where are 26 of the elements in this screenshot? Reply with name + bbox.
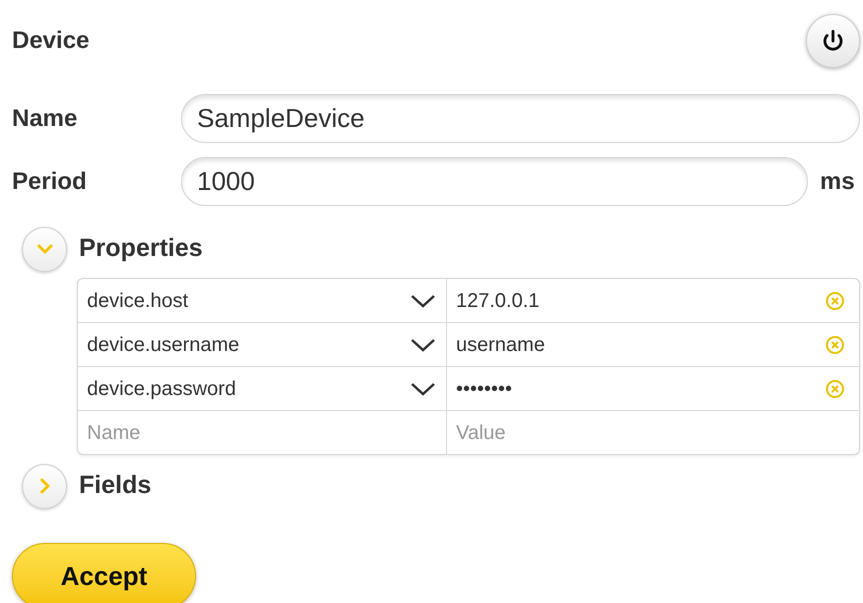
- property-value[interactable]: username: [456, 330, 545, 360]
- section-title: Properties: [79, 233, 203, 264]
- field-label: Period: [12, 166, 88, 196]
- chevron-down-icon[interactable]: [410, 336, 436, 352]
- clear-icon[interactable]: [825, 290, 845, 310]
- property-value[interactable]: ••••••••: [456, 374, 512, 404]
- accept-button[interactable]: Accept: [12, 543, 196, 603]
- page-title: Device: [12, 26, 90, 56]
- chevron-down-icon[interactable]: [410, 380, 436, 396]
- value-input[interactable]: Value: [447, 411, 859, 454]
- name-input[interactable]: Name: [78, 411, 447, 454]
- property-name: device.host: [87, 288, 188, 314]
- expand-toggle[interactable]: [22, 464, 67, 508]
- clear-icon[interactable]: [825, 334, 845, 354]
- section-title: Fields: [79, 470, 152, 502]
- property-name: device.password: [87, 376, 236, 402]
- chevron-down-icon[interactable]: [410, 292, 436, 308]
- field-label: Name: [12, 104, 78, 134]
- property-name: device.username: [87, 332, 240, 358]
- expand-toggle[interactable]: [22, 226, 67, 272]
- clear-icon[interactable]: [825, 378, 845, 398]
- unit-label: ms: [820, 166, 856, 196]
- text-field[interactable]: SampleDevice: [181, 94, 860, 143]
- power-button[interactable]: [806, 14, 860, 68]
- property-value[interactable]: 127.0.0.1: [456, 286, 540, 316]
- text-field[interactable]: 1000: [181, 157, 808, 206]
